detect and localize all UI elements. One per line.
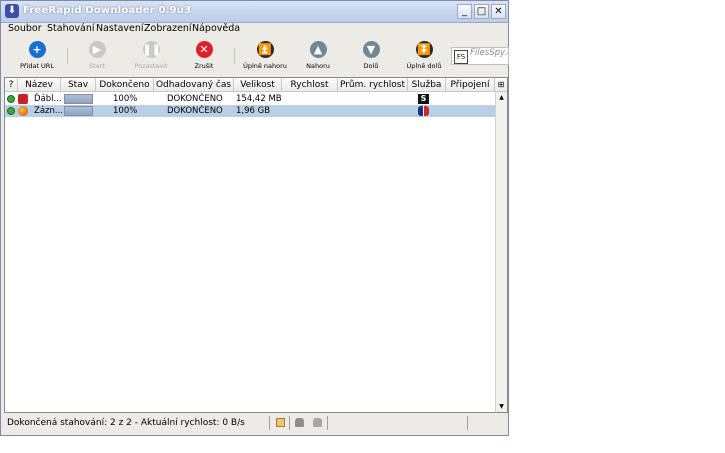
site-icon xyxy=(18,94,28,104)
move-up-button[interactable]: ▲ Nahoru xyxy=(293,41,343,70)
title-bar[interactable]: ⬇ FreeRapid Downloader 0.9u3 _ □ ✕ xyxy=(1,1,508,23)
service-icon xyxy=(418,106,429,116)
table-header: ? Název Stav Dokončeno Odhadovaný čas Ve… xyxy=(5,78,495,92)
toolbar-separator xyxy=(234,48,235,64)
status-bar: Dokončená stahování: 2 z 2 - Aktuální ry… xyxy=(1,413,508,435)
site-icon xyxy=(18,106,28,116)
col-header-size[interactable]: Velikost xyxy=(234,78,282,92)
table-row[interactable]: Zázn... 100% DOKONČENO 1,96 GB xyxy=(5,105,495,117)
status-ok-icon xyxy=(7,107,15,115)
col-header-service[interactable]: Služba xyxy=(408,78,446,92)
col-header-eta[interactable]: Odhadovaný čas xyxy=(154,78,234,92)
filesspy-widget[interactable]: FS FilesSpy.c xyxy=(451,47,509,65)
toolbar: + Přidat URL ▶ Start ❚❚ Pozastavit ✕ Zru… xyxy=(1,38,509,76)
menu-stahovani[interactable]: Stahování xyxy=(47,23,95,34)
menu-napoveda[interactable]: Nápověda xyxy=(192,23,240,34)
connection-icon[interactable] xyxy=(295,418,304,427)
toolbar-separator xyxy=(67,48,68,64)
row-done: 100% xyxy=(113,94,138,104)
minimize-button[interactable]: _ xyxy=(457,4,472,19)
filesspy-text: FilesSpy.c xyxy=(470,48,509,58)
shutdown-icon[interactable] xyxy=(313,418,322,427)
move-down-label: Dolů xyxy=(363,62,379,70)
progress-bar xyxy=(64,106,93,116)
menu-nastaveni[interactable]: Nastavení xyxy=(96,23,144,34)
row-size: 1,96 GB xyxy=(236,106,271,116)
col-header-info[interactable]: ? xyxy=(5,78,18,92)
status-text: Dokončená stahování: 2 z 2 - Aktuální ry… xyxy=(7,418,245,428)
menu-bar: Soubor Stahování Nastavení Zobrazení Náp… xyxy=(1,22,508,37)
menu-zobrazeni[interactable]: Zobrazení xyxy=(144,23,192,34)
col-header-done[interactable]: Dokončeno xyxy=(96,78,154,92)
status-ok-icon xyxy=(7,95,15,103)
start-label: Start xyxy=(89,62,105,70)
cancel-label: Zrušit xyxy=(194,62,214,70)
scroll-up-icon[interactable]: ▲ xyxy=(496,92,507,103)
add-url-button[interactable]: + Přidat URL xyxy=(12,41,62,70)
column-chooser-icon[interactable]: ⊞ xyxy=(495,78,507,92)
table-row[interactable]: Ďábl... 100% DOKONČENO 154,42 MB S xyxy=(5,93,495,105)
status-divider xyxy=(467,416,468,430)
row-done: 100% xyxy=(113,106,138,116)
move-top-label: Úplně nahoru xyxy=(243,62,287,70)
status-divider xyxy=(289,416,290,430)
col-header-status[interactable]: Stav xyxy=(61,78,96,92)
service-s-icon: S xyxy=(418,94,429,104)
row-size: 154,42 MB xyxy=(236,94,282,104)
add-url-label: Přidat URL xyxy=(20,62,54,70)
x-icon: ✕ xyxy=(195,41,213,58)
pause-icon: ❚❚ xyxy=(142,41,161,58)
move-bottom-label: Úplně dolů xyxy=(406,62,442,70)
status-divider xyxy=(269,416,270,430)
app-window: ⬇ FreeRapid Downloader 0.9u3 _ □ ✕ Soubo… xyxy=(0,0,509,436)
up-icon: ▲ xyxy=(309,41,327,58)
row-name: Ďábl... xyxy=(34,94,62,104)
row-eta: DOKONČENO xyxy=(167,94,223,104)
col-header-name[interactable]: Název xyxy=(18,78,61,92)
clipboard-monitor-icon[interactable] xyxy=(276,418,285,427)
menu-soubor[interactable]: Soubor xyxy=(8,23,42,34)
downloads-table[interactable]: ? Název Stav Dokončeno Odhadovaný čas Ve… xyxy=(4,77,508,413)
play-icon: ▶ xyxy=(88,41,106,58)
move-bottom-button[interactable]: ⏬ Úplně dolů xyxy=(399,41,449,70)
plus-icon: + xyxy=(28,41,46,58)
col-header-speed[interactable]: Rychlost xyxy=(282,78,338,92)
top-icon: ⏫ xyxy=(256,41,274,58)
app-logo-icon: ⬇ xyxy=(5,4,19,18)
row-name: Zázn... xyxy=(34,106,62,116)
bottom-icon: ⏬ xyxy=(415,41,433,58)
pause-label: Pozastavit xyxy=(134,62,168,70)
close-button[interactable]: ✕ xyxy=(491,4,506,19)
col-header-avg-speed[interactable]: Prům. rychlost xyxy=(338,78,408,92)
window-title: FreeRapid Downloader 0.9u3 xyxy=(23,5,192,16)
maximize-button[interactable]: □ xyxy=(474,4,489,19)
pause-button[interactable]: ❚❚ Pozastavit xyxy=(126,41,176,70)
start-button[interactable]: ▶ Start xyxy=(72,41,122,70)
progress-bar xyxy=(64,94,93,104)
vertical-scrollbar[interactable]: ▲ ▼ xyxy=(495,92,507,412)
col-header-connection[interactable]: Připojení xyxy=(446,78,495,92)
down-icon: ▼ xyxy=(362,41,380,58)
move-down-button[interactable]: ▼ Dolů xyxy=(346,41,396,70)
row-eta: DOKONČENO xyxy=(167,106,223,116)
move-top-button[interactable]: ⏫ Úplně nahoru xyxy=(240,41,290,70)
cancel-button[interactable]: ✕ Zrušit xyxy=(179,41,229,70)
move-up-label: Nahoru xyxy=(306,62,330,70)
filesspy-logo-icon: FS xyxy=(454,50,468,64)
status-divider xyxy=(327,416,328,430)
scroll-down-icon[interactable]: ▼ xyxy=(496,401,507,412)
